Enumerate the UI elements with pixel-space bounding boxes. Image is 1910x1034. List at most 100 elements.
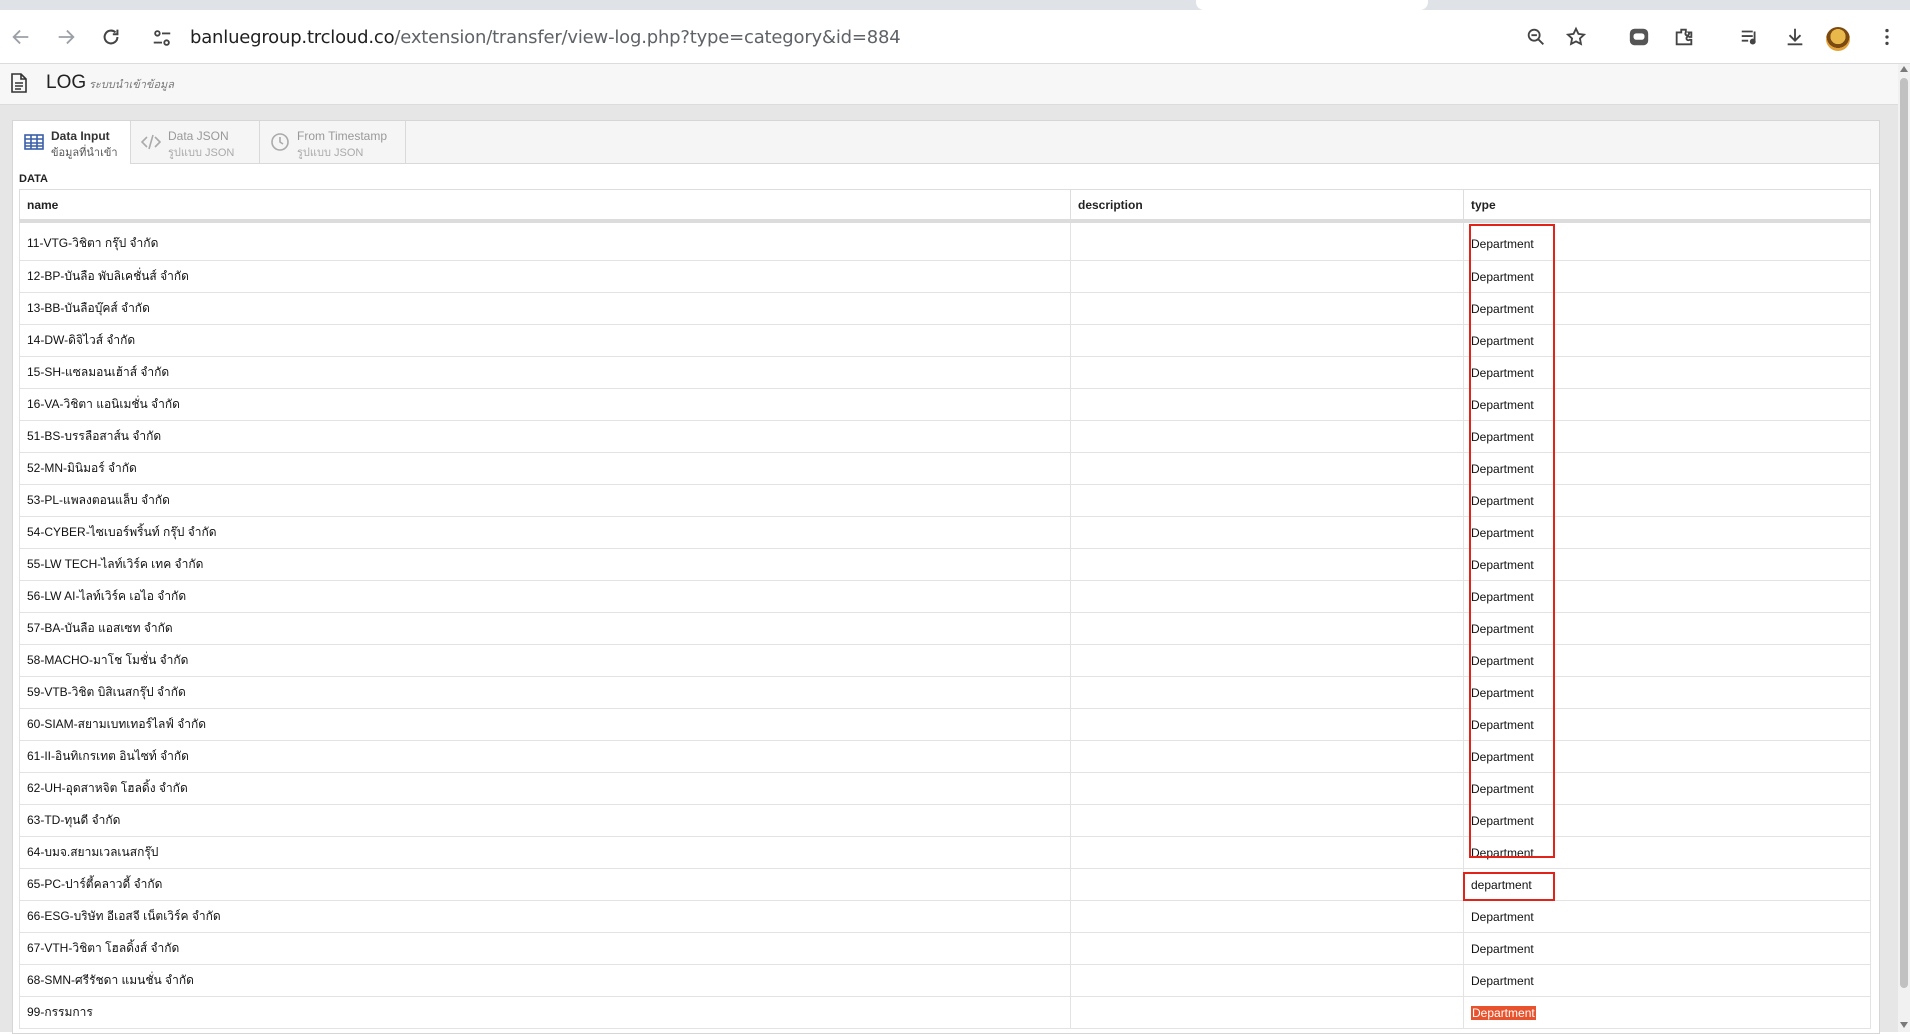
cell-type: Department bbox=[1463, 388, 1871, 421]
scrollbar-thumb[interactable] bbox=[1900, 78, 1908, 988]
column-header-name: name bbox=[19, 189, 1071, 223]
cell-type-text: Department bbox=[1471, 461, 1534, 476]
cell-name: 12-BP-บันลือ พับลิเคชั่นส์ จำกัด bbox=[19, 260, 1071, 293]
line-icon[interactable] bbox=[1622, 20, 1656, 54]
media-icon[interactable] bbox=[1733, 20, 1767, 54]
table-row: 53-PL-แพลงตอนแล็บ จำกัด Department bbox=[19, 484, 1871, 517]
cell-type: Department bbox=[1463, 324, 1871, 357]
cell-type-text: Department bbox=[1471, 781, 1534, 796]
cell-type: Department bbox=[1463, 484, 1871, 517]
data-table: name description type 11-VTG-วิชิตา กรุ๊… bbox=[19, 189, 1871, 1029]
cell-description bbox=[1070, 292, 1464, 325]
address-bar[interactable]: banluegroup.trcloud.co/extension/transfe… bbox=[141, 18, 1591, 56]
star-icon[interactable] bbox=[1559, 20, 1593, 54]
cell-type-text: Department bbox=[1471, 236, 1534, 251]
cell-description bbox=[1070, 900, 1464, 933]
cell-type: Department bbox=[1463, 964, 1871, 997]
browser-active-tab[interactable] bbox=[1196, 0, 1428, 10]
cell-name: 15-SH-แซลมอนเฮ้าส์ จำกัด bbox=[19, 356, 1071, 389]
cell-type-text: Department bbox=[1471, 333, 1534, 348]
cell-description bbox=[1070, 260, 1464, 293]
tab-data-input[interactable]: Data Input ข้อมูลที่นำเข้า bbox=[13, 121, 131, 164]
cell-description bbox=[1070, 804, 1464, 837]
cell-description bbox=[1070, 868, 1464, 901]
table-row: 68-SMN-ศรีรัชดา แมนชั่น จำกัด Department bbox=[19, 964, 1871, 997]
table-row: 99-กรรมการ Department bbox=[19, 996, 1871, 1029]
url-host: banluegroup.trcloud.co bbox=[190, 27, 395, 48]
more-icon[interactable] bbox=[1870, 20, 1904, 54]
cell-type-text: Department bbox=[1471, 653, 1534, 668]
table-row: 64-บมจ.สยามเวลเนสกรุ๊ป Department bbox=[19, 836, 1871, 869]
cell-name: 61-II-อินทิเกรเทต อินไซท์ จำกัด bbox=[19, 740, 1071, 773]
cell-type: Department bbox=[1463, 932, 1871, 965]
cell-type-text: Department bbox=[1471, 493, 1534, 508]
cell-type: Department bbox=[1463, 740, 1871, 773]
cell-name: 59-VTB-วิชิต บิสิเนสกรุ๊ป จำกัด bbox=[19, 676, 1071, 709]
cell-type: Department bbox=[1463, 356, 1871, 389]
forward-icon[interactable] bbox=[49, 20, 83, 54]
cell-description bbox=[1070, 220, 1464, 261]
cell-description bbox=[1070, 836, 1464, 869]
cell-type-text: Department bbox=[1471, 365, 1534, 380]
table-row: 16-VA-วิชิตา แอนิเมชั่น จำกัด Department bbox=[19, 388, 1871, 421]
cell-type-text: Department bbox=[1471, 301, 1534, 316]
table-row: 60-SIAM-สยามเบทเทอร์ไลฟ์ จำกัด Department bbox=[19, 708, 1871, 741]
cell-description bbox=[1070, 676, 1464, 709]
download-icon[interactable] bbox=[1778, 20, 1812, 54]
cell-name: 55-LW TECH-ไลท์เวิร์ค เทค จำกัด bbox=[19, 548, 1071, 581]
cell-description bbox=[1070, 612, 1464, 645]
table-row: 13-BB-บันลือบุ๊คส์ จำกัด Department bbox=[19, 292, 1871, 325]
scroll-up-arrow-icon[interactable] bbox=[1900, 66, 1908, 72]
table-row: 67-VTH-วิชิตา โฮลดิ้งส์ จำกัด Department bbox=[19, 932, 1871, 965]
cell-description bbox=[1070, 964, 1464, 997]
url-text[interactable]: banluegroup.trcloud.co/extension/transfe… bbox=[190, 27, 901, 48]
clock-icon bbox=[270, 132, 290, 152]
cell-type: Department bbox=[1463, 516, 1871, 549]
cell-type-text: Department bbox=[1471, 397, 1534, 412]
cell-type-text: Department bbox=[1471, 717, 1534, 732]
cell-type: Department bbox=[1463, 612, 1871, 645]
profile-avatar[interactable] bbox=[1826, 27, 1850, 51]
table-row: 61-II-อินทิเกรเทต อินไซท์ จำกัด Departmen… bbox=[19, 740, 1871, 773]
cell-description bbox=[1070, 324, 1464, 357]
cell-description bbox=[1070, 740, 1464, 773]
cell-description bbox=[1070, 708, 1464, 741]
scroll-down-arrow-icon[interactable] bbox=[1900, 1022, 1908, 1028]
table-row: 14-DW-ดิจิไวส์ จำกัด Department bbox=[19, 324, 1871, 357]
column-header-type: type bbox=[1463, 189, 1871, 223]
cell-type: Department bbox=[1463, 900, 1871, 933]
cell-name: 16-VA-วิชิตา แอนิเมชั่น จำกัด bbox=[19, 388, 1071, 421]
cell-name: 52-MN-มินิมอร์ จำกัด bbox=[19, 452, 1071, 485]
cell-description bbox=[1070, 452, 1464, 485]
cell-type-text: Department bbox=[1471, 941, 1534, 956]
cell-type: Department bbox=[1463, 420, 1871, 453]
cell-name: 68-SMN-ศรีรัชดา แมนชั่น จำกัด bbox=[19, 964, 1071, 997]
tab-data-json[interactable]: Data JSON รูปแบบ JSON bbox=[130, 121, 260, 163]
tab-sublabel: รูปแบบ JSON bbox=[297, 147, 364, 159]
cell-name: 11-VTG-วิชิตา กรุ๊ป จำกัด bbox=[19, 220, 1071, 261]
cell-description bbox=[1070, 356, 1464, 389]
table-row: 55-LW TECH-ไลท์เวิร์ค เทค จำกัด Departmen… bbox=[19, 548, 1871, 581]
cell-name: 53-PL-แพลงตอนแล็บ จำกัด bbox=[19, 484, 1071, 517]
cell-description bbox=[1070, 772, 1464, 805]
cell-name: 99-กรรมการ bbox=[19, 996, 1071, 1029]
cell-type-text: Department bbox=[1471, 429, 1534, 444]
reload-icon[interactable] bbox=[94, 20, 128, 54]
section-label: DATA bbox=[19, 173, 48, 185]
cell-type-text: Department bbox=[1471, 973, 1534, 988]
zoom-icon[interactable] bbox=[1519, 20, 1553, 54]
cell-type: Department bbox=[1463, 452, 1871, 485]
cell-type: Department bbox=[1463, 676, 1871, 709]
cell-type-text: Department bbox=[1471, 269, 1534, 284]
site-info-icon[interactable] bbox=[151, 27, 173, 49]
table-header-row: name description type bbox=[19, 189, 1871, 223]
extensions-icon[interactable] bbox=[1667, 20, 1701, 54]
back-icon[interactable] bbox=[4, 20, 38, 54]
table-row: 15-SH-แซลมอนเฮ้าส์ จำกัด Department bbox=[19, 356, 1871, 389]
page-scrollbar[interactable] bbox=[1898, 64, 1910, 1032]
tab-from-timestamp[interactable]: From Timestamp รูปแบบ JSON bbox=[259, 121, 406, 163]
table-row: 12-BP-บันลือ พับลิเคชั่นส์ จำกัด Departme… bbox=[19, 260, 1871, 293]
cell-type: Department bbox=[1463, 220, 1871, 261]
cell-name: 60-SIAM-สยามเบทเทอร์ไลฟ์ จำกัด bbox=[19, 708, 1071, 741]
cell-description bbox=[1070, 580, 1464, 613]
